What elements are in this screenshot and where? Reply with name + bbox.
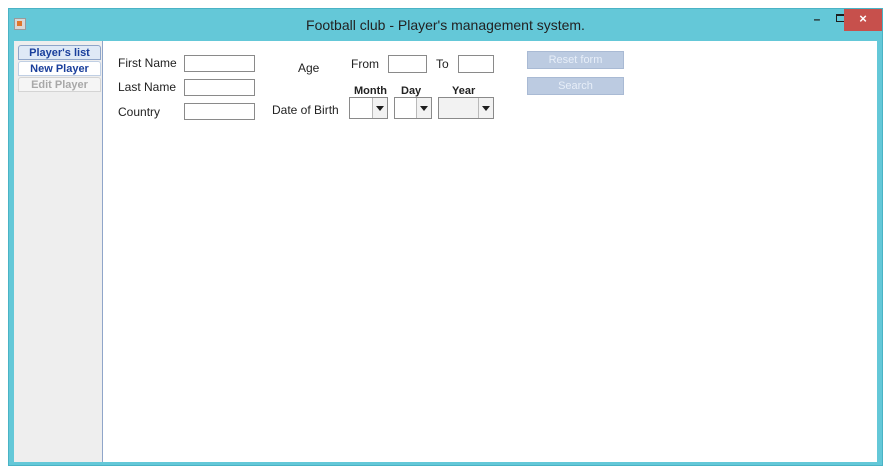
content-area: Player's list New Player Edit Player Fir… [14, 41, 877, 462]
close-icon[interactable]: × [844, 9, 882, 31]
app-window: Football club - Player's management syst… [8, 8, 883, 466]
window-title: Football club - Player's management syst… [306, 17, 585, 33]
age-label: Age [298, 61, 320, 75]
day-select[interactable] [394, 97, 432, 119]
day-label: Day [401, 85, 422, 97]
year-label: Year [452, 85, 476, 97]
age-from-label: From [351, 57, 379, 71]
month-label: Month [354, 85, 387, 97]
month-select[interactable] [349, 97, 388, 119]
age-to-field[interactable] [458, 55, 494, 73]
country-field[interactable] [184, 103, 255, 120]
reset-form-button[interactable]: Reset form [527, 51, 624, 69]
chevron-down-icon[interactable] [416, 98, 431, 118]
chevron-down-icon[interactable] [372, 98, 387, 118]
last-name-label: Last Name [118, 80, 177, 94]
tab-new-player[interactable]: New Player [18, 61, 101, 76]
first-name-field[interactable] [184, 55, 255, 72]
age-from-field[interactable] [388, 55, 427, 73]
chevron-down-icon[interactable] [478, 98, 493, 118]
date-of-birth-label: Date of Birth [272, 103, 339, 117]
tab-strip: Player's list New Player Edit Player [14, 41, 103, 462]
last-name-field[interactable] [184, 79, 255, 96]
tab-edit-player: Edit Player [18, 77, 101, 92]
search-button[interactable]: Search [527, 77, 624, 95]
country-label: Country [118, 105, 161, 119]
title-bar[interactable]: Football club - Player's management syst… [9, 9, 882, 41]
year-select[interactable] [438, 97, 494, 119]
first-name-label: First Name [118, 56, 177, 70]
age-to-label: To [436, 57, 449, 71]
minimize-icon[interactable]: – [807, 9, 827, 31]
tab-players-list[interactable]: Player's list [18, 45, 101, 60]
